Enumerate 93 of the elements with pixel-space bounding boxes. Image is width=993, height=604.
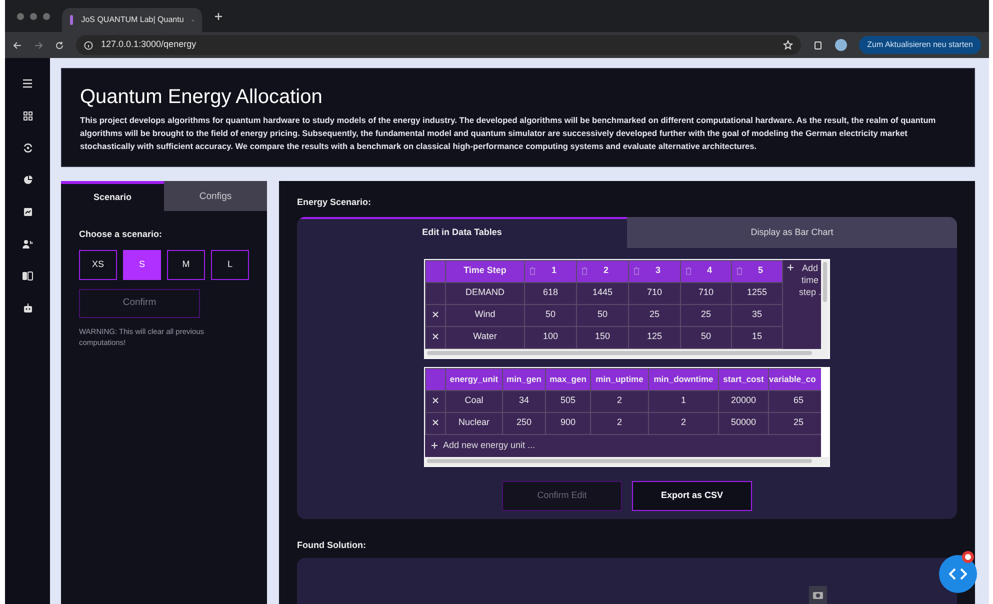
forward-icon[interactable] (34, 40, 43, 50)
scenario-button[interactable]: M (167, 250, 205, 280)
favicon-icon (70, 15, 74, 25)
avatar-icon[interactable] (835, 39, 848, 51)
table-cell: 50 (597, 309, 608, 320)
table-cell: 50 (545, 309, 556, 320)
delete-icon[interactable] (432, 397, 439, 404)
table-cell: 150 (594, 331, 610, 342)
table-cell: Water (473, 331, 497, 342)
code-icon (949, 567, 967, 581)
panel-tab[interactable]: Configs (164, 181, 267, 211)
scrollbar-thumb[interactable] (427, 351, 812, 355)
table-cell: 65 (793, 395, 804, 406)
browser-tab[interactable]: JoS QUANTUM Lab| Quantu (62, 8, 202, 32)
prompt-label: Choose a scenario: (79, 228, 164, 241)
scenario-button[interactable]: L (211, 250, 249, 280)
column-header: 4 (706, 264, 713, 278)
new-tab-icon[interactable] (214, 12, 223, 20)
column-header: 2 (602, 264, 610, 278)
column-header: max_gen (550, 374, 586, 384)
table-cell: DEMAND (465, 287, 504, 298)
update-button[interactable]: Zum Aktualisieren neu starten (859, 36, 981, 54)
table-cell: 1255 (746, 287, 768, 298)
table-cell: 25 (649, 309, 660, 320)
table-cell: 2 (616, 395, 622, 406)
table-cell: 1445 (592, 287, 613, 298)
users-icon[interactable] (22, 239, 33, 249)
scenario-button[interactable]: S (123, 250, 161, 280)
table-cell: 35 (752, 309, 762, 320)
table-cell: 100 (542, 331, 558, 342)
url-text: 127.0.0.1:3000/qenergy (101, 38, 196, 52)
plus-icon (431, 442, 438, 449)
column-header: energy_unit (450, 374, 498, 384)
delete-icon[interactable] (432, 311, 439, 318)
page-title: Quantum Energy Allocation (80, 85, 324, 109)
camera-icon[interactable] (809, 586, 827, 604)
table-cell: 25 (793, 417, 804, 428)
add-column-link[interactable]: Add time step . (798, 262, 821, 298)
table-cell: 2 (616, 417, 622, 428)
back-icon[interactable] (13, 40, 22, 50)
table-cell: 710 (646, 287, 662, 298)
refresh-icon[interactable] (22, 143, 32, 153)
description-text: This project develops algorithms for quantum hardware to study models of the energy industry. The developed algorithms will be benchmarked on different computational hardware. As the result, the realm of quantum algorithms will be brought to the field of energy pricing. Subsequently, the fundamental model and quantum simulator are successively developed further with the goal of modeling the German electricity market stochastically with sufficient accuracy. We compare the results with a benchmark on classical high-performance computing systems and evaluate alternative architectures. (80, 114, 937, 153)
table-cell: 2 (680, 417, 686, 428)
delete-icon[interactable] (432, 333, 439, 340)
table-cell: 250 (516, 417, 532, 428)
robot-icon[interactable] (22, 303, 32, 313)
delete-icon[interactable] (432, 419, 439, 426)
chart-icon[interactable] (22, 207, 32, 217)
scrollbar-thumb[interactable] (427, 459, 812, 463)
star-icon[interactable] (783, 40, 794, 50)
table-cell: 15 (752, 331, 762, 342)
view-tab[interactable]: Display as Bar Chart (627, 216, 957, 248)
table-cell: Coal (464, 395, 484, 406)
column-header: Time Step (446, 260, 524, 282)
window-controls-icon[interactable] (17, 12, 50, 20)
plus-icon (787, 264, 794, 271)
add-row-link[interactable]: Add new energy unit ... (443, 438, 536, 452)
table-cell: 34 (518, 395, 529, 406)
table-cell: 50 (700, 331, 711, 342)
reload-icon[interactable] (55, 40, 64, 50)
column-header: 5 (756, 264, 764, 278)
table-cell: 1 (680, 395, 686, 406)
table-cell: 900 (560, 417, 576, 428)
section-title: Energy Scenario: (297, 196, 372, 209)
info-icon (84, 40, 93, 50)
column-header: min_uptime (596, 374, 644, 384)
table-cell: Wind (474, 309, 496, 320)
scenario-button[interactable]: XS (79, 250, 117, 280)
extensions-icon[interactable] (813, 40, 824, 50)
battery-icon[interactable] (22, 271, 33, 281)
section-title: Found Solution: (297, 538, 367, 552)
table-cell: 618 (542, 287, 558, 298)
column-header: min_gen (506, 374, 542, 384)
grid-icon[interactable] (22, 111, 32, 121)
pie-chart-icon[interactable] (22, 175, 32, 185)
table-cell: 20000 (730, 395, 756, 406)
column-header: start_cost (723, 374, 764, 384)
table-cell: 710 (698, 287, 714, 298)
table-cell: 25 (700, 309, 711, 320)
column-header: variable_co (769, 374, 816, 384)
menu-icon[interactable] (22, 78, 33, 89)
table-cell: 505 (560, 395, 576, 406)
scrollbar-thumb[interactable] (823, 262, 827, 302)
table-cell: 50000 (730, 417, 756, 428)
column-header: 1 (550, 264, 558, 278)
column-header: min_downtime (654, 374, 714, 384)
column-header: 3 (654, 264, 662, 278)
table-cell: Nuclear (458, 417, 490, 428)
tab-title: JoS QUANTUM Lab| Quantu (81, 14, 184, 26)
action-button[interactable]: Export as CSV (632, 480, 752, 510)
address-bar[interactable]: 127.0.0.1:3000/qenergy (76, 35, 802, 55)
table-cell: 125 (646, 331, 662, 342)
